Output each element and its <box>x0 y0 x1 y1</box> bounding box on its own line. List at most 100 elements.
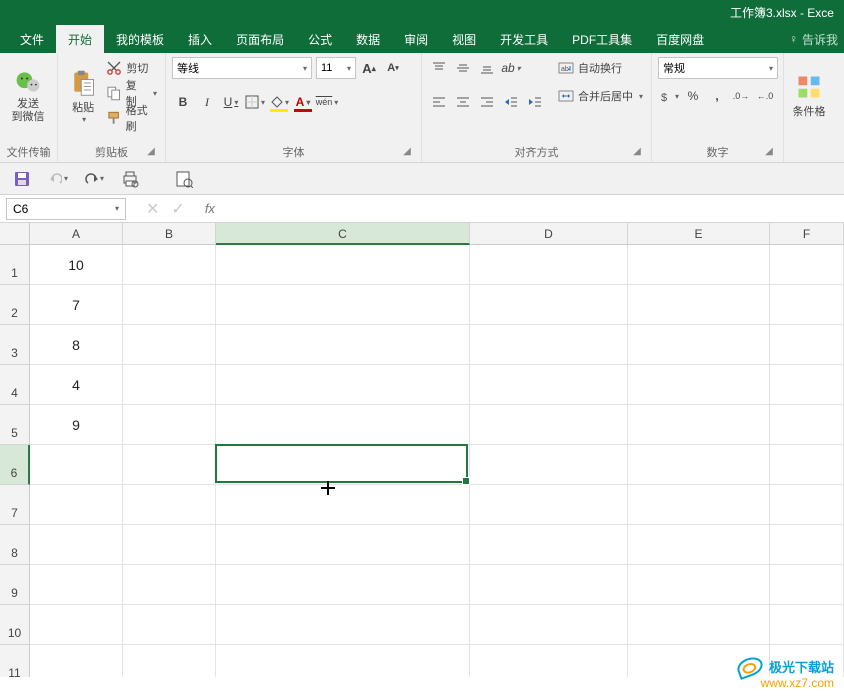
cell-A4[interactable]: 4 <box>30 365 123 405</box>
row-header-8[interactable]: 8 <box>0 525 30 565</box>
bold-button[interactable]: B <box>172 91 194 113</box>
tab-file[interactable]: 文件 <box>8 25 56 53</box>
undo-button[interactable]: ▾ <box>48 169 68 189</box>
paste-button[interactable]: 粘贴 ▾ <box>64 57 102 135</box>
increase-font-button[interactable]: A▴ <box>358 57 380 79</box>
cell-C3[interactable] <box>216 325 470 365</box>
row-header-2[interactable]: 2 <box>0 285 30 325</box>
cell-C2[interactable] <box>216 285 470 325</box>
print-preview-button[interactable] <box>120 169 140 189</box>
dialog-launcher-icon[interactable]: ◢ <box>763 146 775 158</box>
cell-E2[interactable] <box>628 285 770 325</box>
format-painter-button[interactable]: 格式刷 <box>104 107 159 129</box>
tab-insert[interactable]: 插入 <box>176 25 224 53</box>
row-header-11[interactable]: 11 <box>0 645 30 677</box>
select-all-corner[interactable] <box>0 223 30 245</box>
tab-formula[interactable]: 公式 <box>296 25 344 53</box>
cut-button[interactable]: 剪切 <box>104 57 159 79</box>
wrap-text-button[interactable]: ab 自动换行 <box>556 57 645 79</box>
cell-E8[interactable] <box>628 525 770 565</box>
column-header-C[interactable]: C <box>216 223 470 245</box>
cell-D6[interactable] <box>470 445 628 485</box>
font-combo[interactable]: 等线▾ <box>172 57 312 79</box>
percent-button[interactable]: % <box>682 85 704 107</box>
cell-D2[interactable] <box>470 285 628 325</box>
cells-area[interactable]: 107849 <box>30 245 844 677</box>
fill-color-button[interactable]: ▾ <box>268 91 290 113</box>
row-header-3[interactable]: 3 <box>0 325 30 365</box>
row-header-9[interactable]: 9 <box>0 565 30 605</box>
tab-review[interactable]: 审阅 <box>392 25 440 53</box>
cell-F4[interactable] <box>770 365 844 405</box>
cell-F8[interactable] <box>770 525 844 565</box>
redo-button[interactable]: ▾ <box>84 169 104 189</box>
row-header-5[interactable]: 5 <box>0 405 30 445</box>
cell-A6[interactable] <box>30 445 123 485</box>
row-header-4[interactable]: 4 <box>0 365 30 405</box>
cell-C5[interactable] <box>216 405 470 445</box>
cell-C9[interactable] <box>216 565 470 605</box>
cell-B11[interactable] <box>123 645 216 677</box>
column-header-E[interactable]: E <box>628 223 770 245</box>
cell-D5[interactable] <box>470 405 628 445</box>
cell-B10[interactable] <box>123 605 216 645</box>
cell-C6[interactable] <box>216 445 470 485</box>
row-header-1[interactable]: 1 <box>0 245 30 285</box>
cell-A2[interactable]: 7 <box>30 285 123 325</box>
number-format-combo[interactable]: 常规▾ <box>658 57 778 79</box>
underline-button[interactable]: U▾ <box>220 91 242 113</box>
cell-A9[interactable] <box>30 565 123 605</box>
tab-view[interactable]: 视图 <box>440 25 488 53</box>
cell-A3[interactable]: 8 <box>30 325 123 365</box>
tell-me[interactable]: ♀ 告诉我 <box>783 25 844 53</box>
font-color-button[interactable]: A▾ <box>292 91 314 113</box>
cell-D10[interactable] <box>470 605 628 645</box>
cell-D9[interactable] <box>470 565 628 605</box>
tab-template[interactable]: 我的模板 <box>104 25 176 53</box>
cell-F10[interactable] <box>770 605 844 645</box>
increase-decimal-button[interactable]: .0→ <box>730 85 752 107</box>
cell-D11[interactable] <box>470 645 628 677</box>
align-bottom-button[interactable] <box>476 57 498 79</box>
orientation-button[interactable]: ab▾ <box>500 57 522 79</box>
tab-baidu[interactable]: 百度网盘 <box>644 25 716 53</box>
cell-D8[interactable] <box>470 525 628 565</box>
copy-button[interactable]: 复制▾ <box>104 82 159 104</box>
tab-home[interactable]: 开始 <box>56 25 104 53</box>
send-to-wechat-button[interactable]: 发送 到微信 <box>6 57 50 135</box>
merge-center-button[interactable]: 合并后居中▾ <box>556 85 645 107</box>
tab-developer[interactable]: 开发工具 <box>488 25 560 53</box>
align-left-button[interactable] <box>428 91 450 113</box>
cell-B6[interactable] <box>123 445 216 485</box>
cell-B1[interactable] <box>123 245 216 285</box>
cell-C8[interactable] <box>216 525 470 565</box>
cell-A11[interactable] <box>30 645 123 677</box>
phonetic-button[interactable]: wén▾ <box>316 91 338 113</box>
italic-button[interactable]: I <box>196 91 218 113</box>
comma-button[interactable]: , <box>706 85 728 107</box>
cell-E9[interactable] <box>628 565 770 605</box>
cell-F2[interactable] <box>770 285 844 325</box>
cell-F3[interactable] <box>770 325 844 365</box>
cell-E1[interactable] <box>628 245 770 285</box>
cell-A10[interactable] <box>30 605 123 645</box>
cancel-formula-button[interactable]: ✕ <box>146 199 159 219</box>
align-right-button[interactable] <box>476 91 498 113</box>
cell-D4[interactable] <box>470 365 628 405</box>
cell-C7[interactable] <box>216 485 470 525</box>
formula-input[interactable] <box>221 198 844 220</box>
tab-pdf[interactable]: PDF工具集 <box>560 25 644 53</box>
cell-A7[interactable] <box>30 485 123 525</box>
cell-B7[interactable] <box>123 485 216 525</box>
cell-A5[interactable]: 9 <box>30 405 123 445</box>
column-header-F[interactable]: F <box>770 223 844 245</box>
spreadsheet-grid[interactable]: ABCDEF 1234567891011 107849 <box>0 223 844 677</box>
name-box[interactable]: C6 ▾ <box>6 198 126 220</box>
increase-indent-button[interactable] <box>524 91 546 113</box>
font-size-combo[interactable]: 11▾ <box>316 57 356 79</box>
dialog-launcher-icon[interactable]: ◢ <box>631 146 643 158</box>
column-header-B[interactable]: B <box>123 223 216 245</box>
dialog-launcher-icon[interactable]: ◢ <box>401 146 413 158</box>
cell-F9[interactable] <box>770 565 844 605</box>
cell-F7[interactable] <box>770 485 844 525</box>
